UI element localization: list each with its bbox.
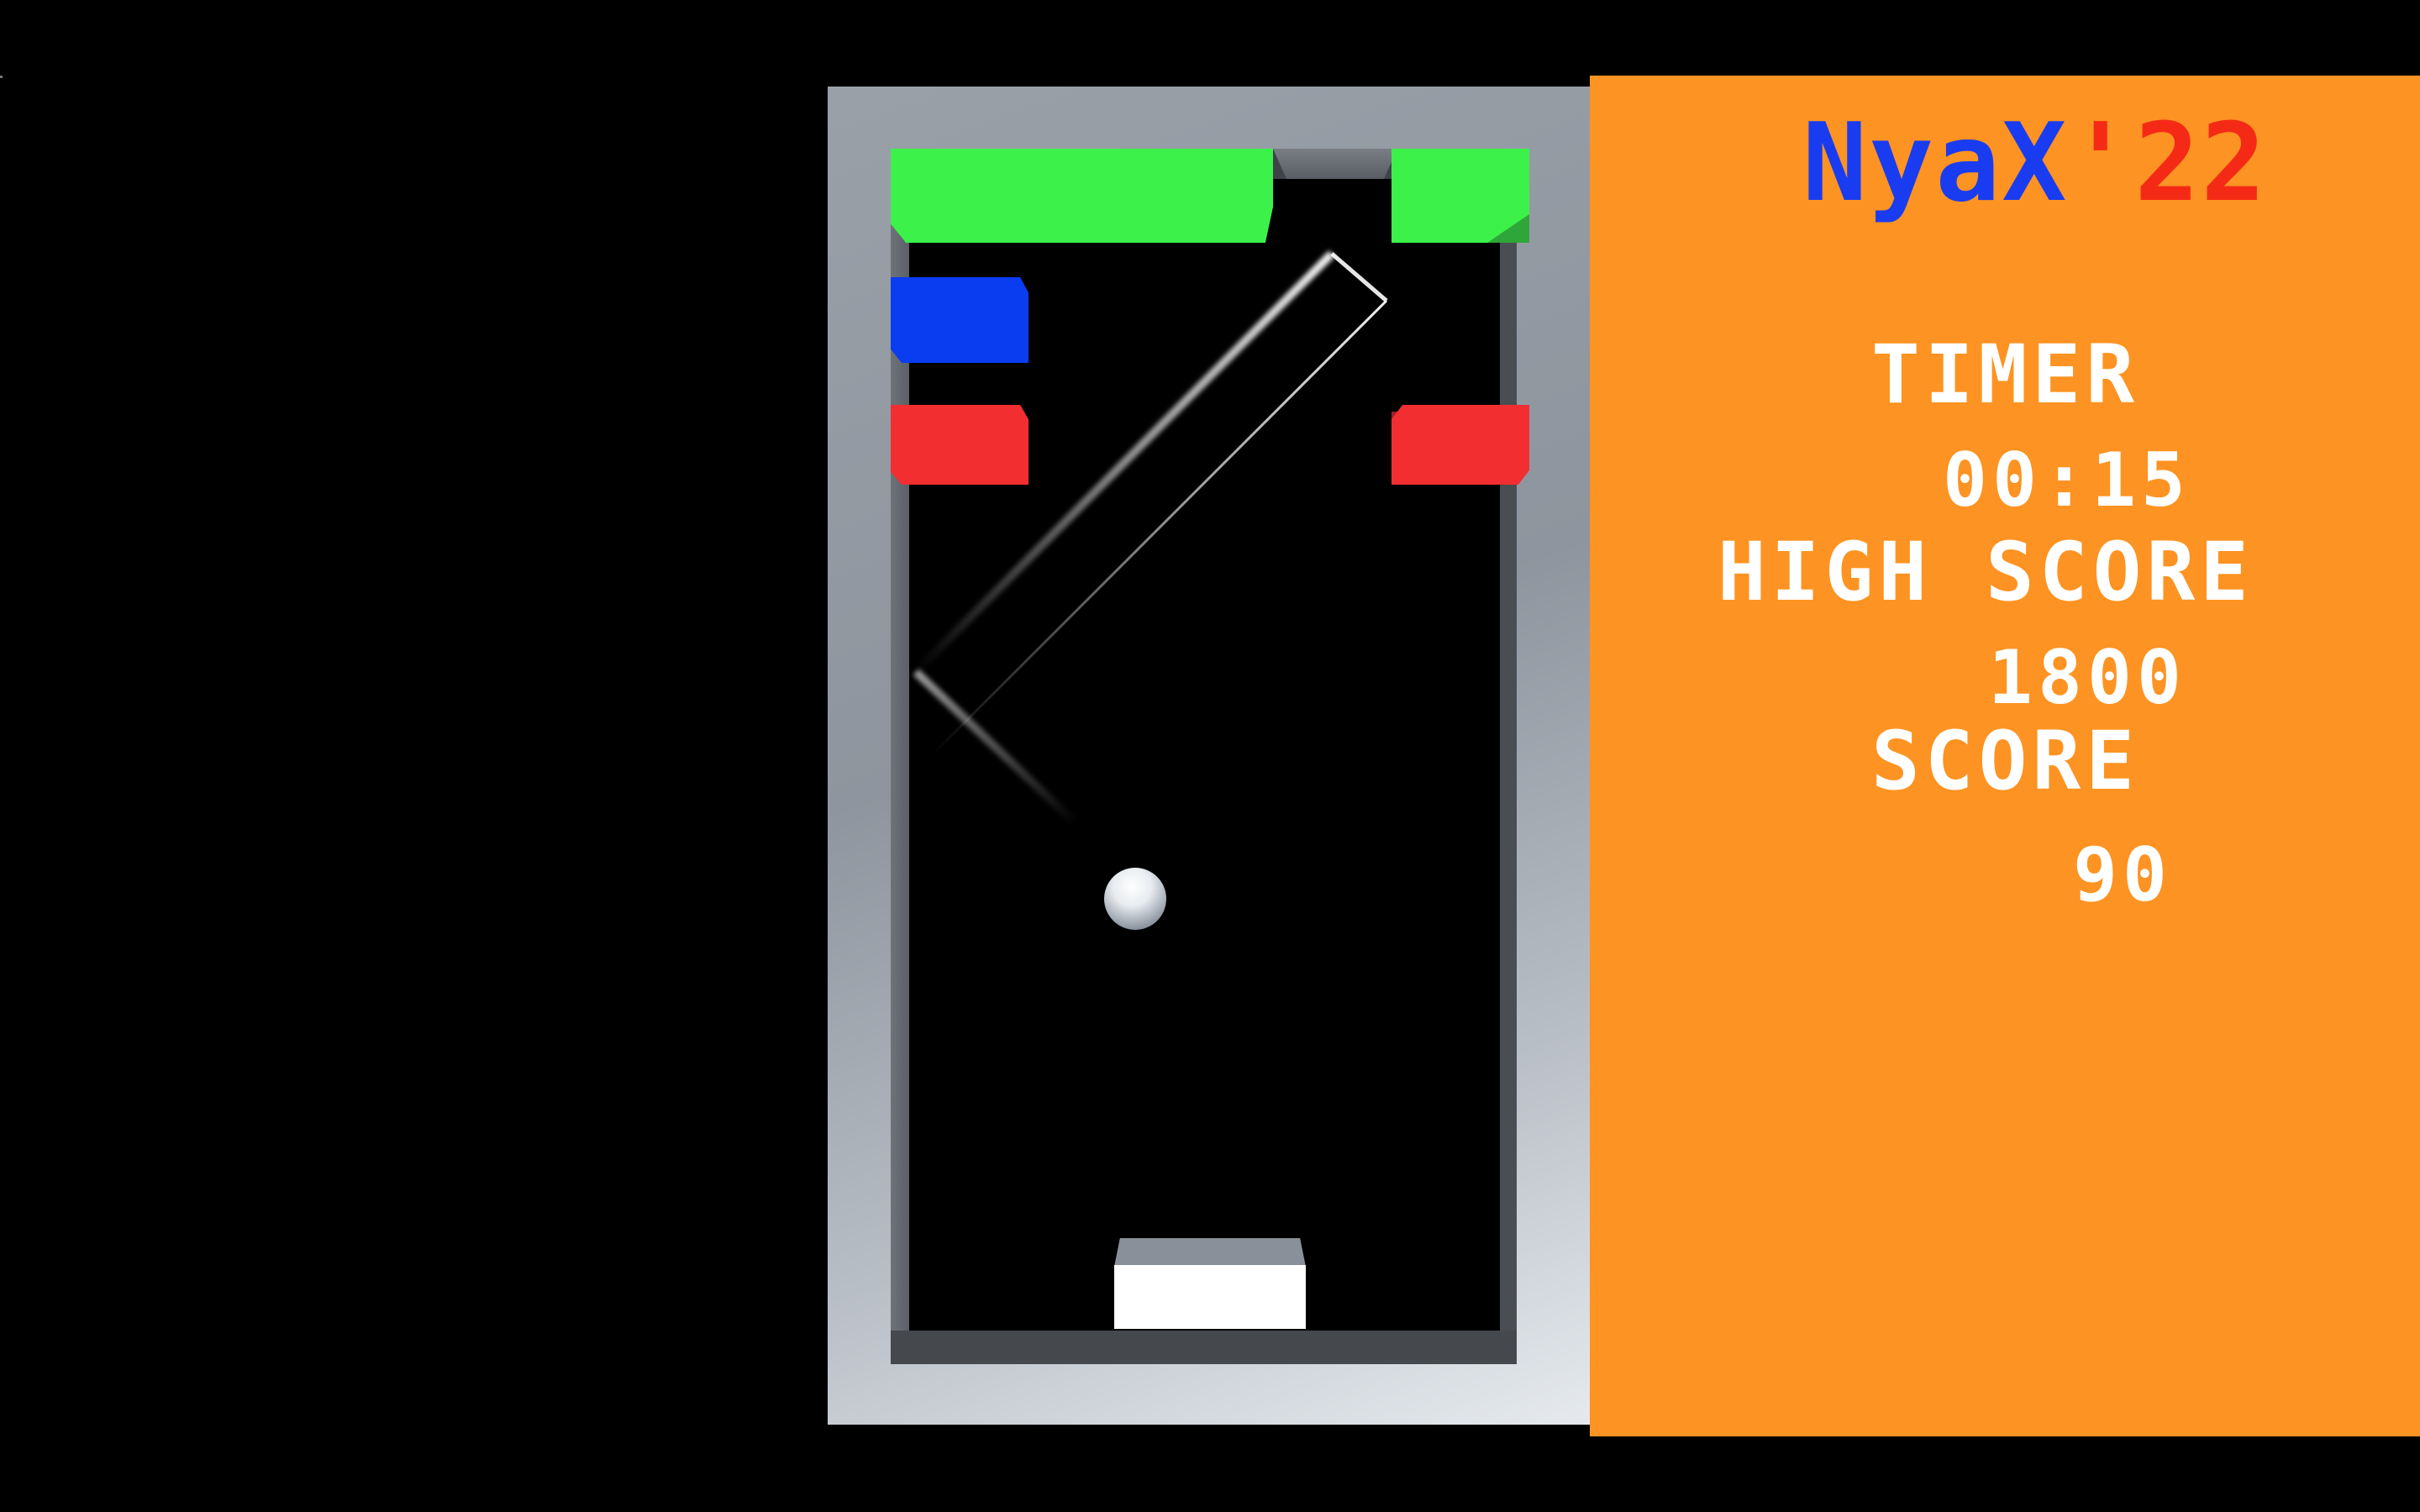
brick-green	[891, 149, 1273, 243]
brick-red	[891, 405, 1028, 485]
frame-right-wall	[1500, 149, 1517, 1364]
ball	[1104, 868, 1166, 930]
game-screen: NyaX'22 TIMER 00:15 HIGH SCORE 1800 SCOR…	[0, 0, 2420, 1512]
timer-value: 00:15	[1943, 437, 2191, 523]
score-label: SCORE	[1871, 714, 2139, 808]
high-score-label: HIGH SCORE	[1718, 525, 2254, 619]
paddle-top	[1114, 1238, 1306, 1267]
timer-label: TIMER	[1871, 328, 2139, 422]
hud-panel: NyaX'22 TIMER 00:15 HIGH SCORE 1800 SCOR…	[1590, 76, 2420, 1436]
score-value: 90	[2073, 832, 2172, 918]
brick-blue	[891, 277, 1028, 363]
corner-artifact	[0, 76, 3, 78]
high-score-value: 1800	[1988, 634, 2186, 721]
top-gap	[1273, 149, 1397, 182]
game-logo: NyaX'22	[1802, 101, 2267, 226]
brick-red	[1392, 405, 1529, 485]
logo-title: NyaX	[1802, 101, 2069, 226]
frame-bottom-wall	[891, 1331, 1517, 1364]
paddle[interactable]	[1114, 1265, 1306, 1329]
logo-year: '22	[2068, 101, 2268, 226]
